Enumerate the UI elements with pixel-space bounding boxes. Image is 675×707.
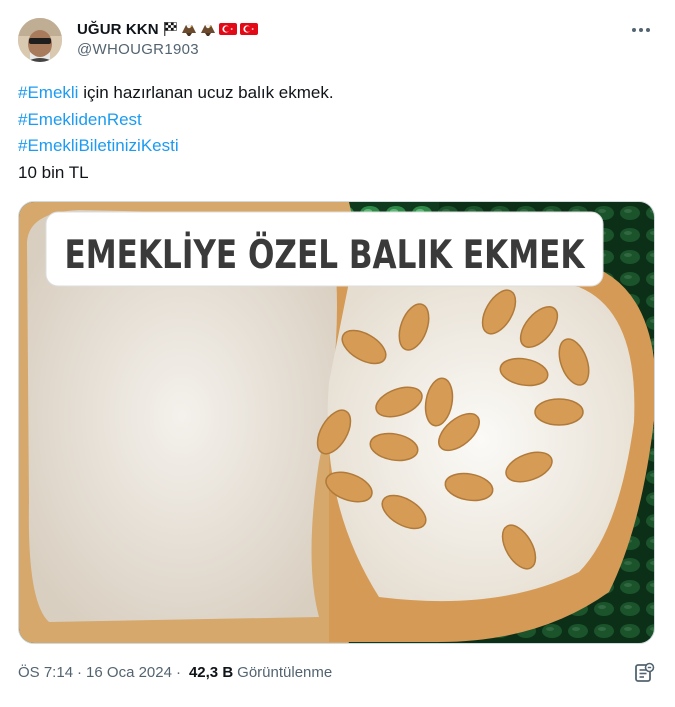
tweet-line: #EmeklidenRest (18, 107, 334, 134)
views-label: Görüntülenme (237, 664, 333, 681)
avatar[interactable] (18, 18, 62, 62)
tweet-date-link[interactable]: 16 Oca 2024 (86, 664, 172, 681)
more-dot-icon (646, 28, 650, 32)
chequered-flag-icon (163, 22, 177, 36)
views-count: 42,3 B (188, 664, 234, 681)
meta-separator: · (175, 664, 181, 681)
tweet-line: 10 bin TL (18, 160, 334, 187)
more-dot-icon (632, 28, 636, 32)
tweet-line: #EmekliBiletiniziKesti (18, 133, 334, 160)
hashtag-link[interactable]: #EmeklidenRest (18, 110, 142, 129)
image-caption: EMEKLİYE ÖZEL BALIK EKMEK (65, 231, 586, 278)
tweet-meta: ÖS 7:14 · 16 Oca 2024 · 42,3 B Görüntüle… (18, 664, 332, 681)
user-handle[interactable]: @WHOUGR1903 (77, 41, 258, 58)
turkey-flag-icon (239, 23, 258, 35)
tweet-time-link[interactable]: ÖS 7:14 (18, 664, 73, 681)
author-block: UĞUR KKN @WHOUGR1903 (77, 18, 258, 58)
hashtag-link[interactable]: #Emekli (18, 83, 78, 102)
display-name-text: UĞUR KKN (77, 20, 159, 38)
avatar-image (18, 18, 62, 62)
tweet-line: #Emekli için hazırlanan ucuz balık ekmek… (18, 80, 334, 107)
meta-separator: · (77, 664, 83, 681)
post-analytics-icon (635, 662, 655, 682)
more-options-button[interactable] (629, 20, 653, 40)
eagle-icon (200, 23, 215, 36)
tweet-line-text: için hazırlanan ucuz balık ekmek. (78, 83, 334, 102)
more-dot-icon (639, 28, 643, 32)
turkey-flag-icon (218, 23, 237, 35)
display-name[interactable]: UĞUR KKN (77, 18, 258, 40)
tweet-text: #Emekli için hazırlanan ucuz balık ekmek… (18, 80, 334, 186)
analytics-icon[interactable] (633, 662, 655, 684)
tweet-photo[interactable]: EMEKLİYE ÖZEL BALIK EKMEK (18, 201, 655, 644)
tweet-line-text: 10 bin TL (18, 162, 89, 182)
tweet: UĞUR KKN @WHOUGR1903 #Emekli için hazırl… (0, 0, 675, 707)
eagle-icon (181, 23, 196, 36)
hashtag-link[interactable]: #EmekliBiletiniziKesti (18, 136, 179, 155)
bread-photo: EMEKLİYE ÖZEL BALIK EKMEK (19, 202, 654, 643)
